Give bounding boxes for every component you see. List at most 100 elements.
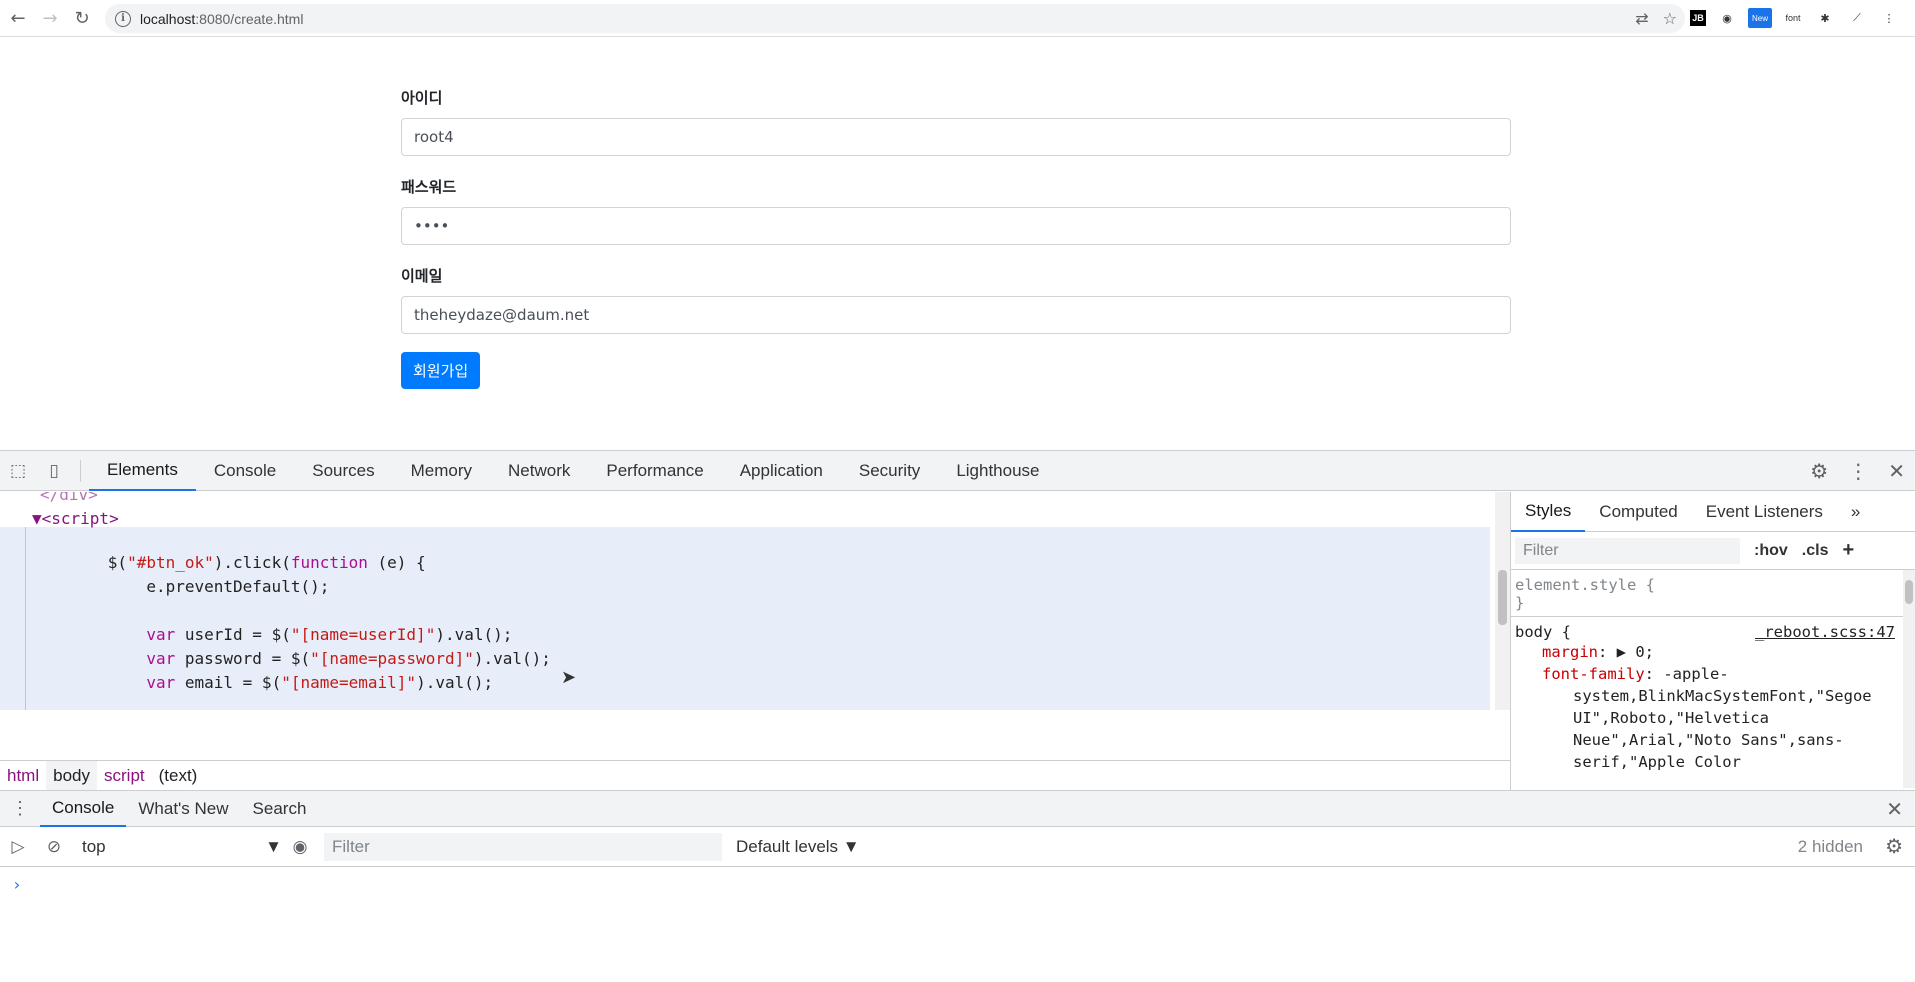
- styles-filter-input[interactable]: Filter: [1515, 537, 1740, 564]
- live-expression-eye-icon[interactable]: ◉: [282, 827, 318, 867]
- code-line[interactable]: </div>: [0, 492, 551, 507]
- element-style-open: element.style {: [1515, 576, 1655, 594]
- password-label: 패스워드: [401, 178, 457, 196]
- margin-declaration[interactable]: margin: ▶ 0;: [1515, 641, 1911, 663]
- settings-gear-icon[interactable]: ⚙: [1810, 459, 1828, 483]
- tab-memory[interactable]: Memory: [393, 451, 490, 491]
- styles-pane: Styles Computed Event Listeners» Filter :h…: [1510, 492, 1915, 790]
- drawer-tabs: Console What's New Search: [40, 791, 318, 827]
- console-settings-gear-icon[interactable]: ⚙: [1885, 834, 1903, 859]
- tab-sources[interactable]: Sources: [294, 451, 392, 491]
- drawer-close-icon[interactable]: ✕: [1886, 797, 1903, 822]
- more-tabs-chevron-icon[interactable]: »: [1837, 492, 1874, 532]
- context-value: top: [82, 836, 106, 856]
- id-label: 아이디: [401, 89, 443, 107]
- leaf-extension-icon[interactable]: ⟋: [1846, 7, 1868, 29]
- tab-lighthouse[interactable]: Lighthouse: [938, 451, 1057, 491]
- body-rule: body { _reboot.scss:47 margin: ▶ 0; font…: [1511, 617, 1915, 777]
- code-line[interactable]: var email = $("[name=email]").val();: [0, 671, 551, 695]
- code-line[interactable]: $("#btn_ok").click(function (e) {: [0, 551, 551, 575]
- scroll-thumb[interactable]: [1498, 570, 1507, 625]
- signup-form: 아이디 root4 패스워드 •••• 이메일 theheydaze@daum.…: [401, 87, 1511, 389]
- id-group: 아이디 root4: [401, 87, 1511, 156]
- email-group: 이메일 theheydaze@daum.net: [401, 265, 1511, 334]
- address-bar[interactable]: i localhost:8080/create.html ⇄ ☆: [105, 4, 1685, 33]
- tab-network[interactable]: Network: [490, 451, 588, 491]
- jetbrains-extension-icon[interactable]: JB: [1690, 10, 1706, 26]
- drawer-menu-icon[interactable]: ⋮: [0, 798, 40, 819]
- code-line[interactable]: var password = $("[name=password]").val(…: [0, 647, 551, 671]
- margin-prop: margin: [1542, 643, 1598, 661]
- email-label: 이메일: [401, 267, 443, 285]
- tab-application[interactable]: Application: [722, 451, 841, 491]
- info-icon[interactable]: i: [115, 10, 131, 27]
- new-extension-icon[interactable]: New: [1748, 8, 1772, 28]
- breadcrumb-item[interactable]: body: [46, 760, 97, 791]
- font-family-prop: font-family: [1542, 665, 1645, 683]
- breadcrumb: html body script (text): [0, 760, 1510, 791]
- more-options-icon[interactable]: ⋮: [1848, 459, 1868, 483]
- code-line[interactable]: [0, 695, 551, 710]
- element-style-close: }: [1515, 594, 1525, 612]
- menu-kebab-icon[interactable]: ⋮: [1878, 7, 1900, 29]
- code-lines: </div> ▼<script> $("#btn_ok").click(funct…: [0, 492, 551, 710]
- breadcrumb-item[interactable]: (text): [152, 761, 205, 791]
- translate-icon[interactable]: ⇄: [1635, 9, 1648, 28]
- id-input[interactable]: root4: [401, 118, 1511, 156]
- font-family-declaration[interactable]: font-family: -apple-: [1515, 663, 1911, 685]
- code-line[interactable]: ▼<script>: [0, 507, 551, 531]
- breadcrumb-item[interactable]: html: [0, 761, 46, 791]
- log-levels-dropdown[interactable]: Default levels ▼: [736, 837, 860, 857]
- code-line[interactable]: [0, 599, 551, 623]
- url-path: :8080/create.html: [195, 10, 304, 27]
- console-filter-input[interactable]: Filter: [324, 832, 722, 861]
- forward-arrow-icon[interactable]: →: [36, 4, 64, 32]
- tab-elements[interactable]: Elements: [89, 451, 196, 491]
- console-prompt[interactable]: ›: [0, 867, 1915, 902]
- drawer-tab-console[interactable]: Console: [40, 791, 127, 827]
- inspect-element-icon[interactable]: ⬚: [0, 451, 36, 491]
- url-text[interactable]: localhost:8080/create.html: [140, 11, 303, 27]
- close-icon[interactable]: ✕: [1888, 459, 1905, 483]
- sidebar-toggle-icon[interactable]: ▷: [0, 827, 36, 867]
- code-line[interactable]: var userId = $("[name=userId]").val();: [0, 623, 551, 647]
- tab-security[interactable]: Security: [841, 451, 938, 491]
- code-line[interactable]: [0, 531, 551, 551]
- puzzle-extensions-icon[interactable]: ✱: [1814, 7, 1836, 29]
- styles-filter-bar: Filter :hov .cls +: [1511, 532, 1915, 570]
- tab-console[interactable]: Console: [196, 451, 294, 491]
- devtools-tabbar: ⬚ ▯ Elements Console Sources Memory Network P…: [0, 451, 1915, 491]
- dom-scrollbar[interactable]: [1495, 492, 1510, 710]
- devtools-panel: ⬚ ▯ Elements Console Sources Memory Network P…: [0, 450, 1915, 981]
- drawer-tab-what-s-new[interactable]: What's New: [126, 791, 240, 827]
- code-line[interactable]: e.preventDefault();: [0, 575, 551, 599]
- signup-button[interactable]: 회원가입: [401, 352, 481, 389]
- styles-scroll-thumb[interactable]: [1905, 580, 1913, 604]
- breadcrumb-item[interactable]: script: [97, 761, 152, 791]
- font-extension-icon[interactable]: font: [1782, 7, 1804, 29]
- globe-extension-icon[interactable]: ◉: [1716, 7, 1738, 29]
- drawer-tab-search[interactable]: Search: [241, 791, 319, 827]
- margin-value: ▶ 0;: [1616, 643, 1654, 661]
- hov-toggle[interactable]: :hov: [1754, 542, 1788, 560]
- context-selector[interactable]: top ▼: [72, 837, 282, 857]
- reload-icon[interactable]: ↻: [68, 4, 96, 32]
- bookmark-star-icon[interactable]: ☆: [1663, 9, 1677, 28]
- back-arrow-icon[interactable]: ←: [4, 4, 32, 32]
- styles-scrollbar[interactable]: [1903, 570, 1915, 788]
- device-toolbar-icon[interactable]: ▯: [36, 451, 72, 491]
- email-input[interactable]: theheydaze@daum.net: [401, 296, 1511, 334]
- new-rule-plus-icon[interactable]: +: [1842, 539, 1854, 562]
- styles-tab-styles[interactable]: Styles: [1511, 492, 1586, 532]
- styles-tab-event-listeners[interactable]: Event Listeners: [1692, 492, 1837, 532]
- rule-source-link[interactable]: _reboot.scss:47: [1755, 623, 1895, 641]
- clear-console-icon[interactable]: ⊘: [36, 827, 72, 867]
- styles-body: element.style { } body { _reboot.scss:47…: [1511, 570, 1915, 788]
- styles-tab-computed[interactable]: Computed: [1585, 492, 1691, 532]
- body-selector: body {: [1515, 623, 1571, 641]
- console-drawer: ⋮ Console What's New Search ✕ ▷ ⊘ top ▼ ◉ …: [0, 790, 1915, 982]
- cls-toggle[interactable]: .cls: [1802, 542, 1829, 560]
- tab-performance[interactable]: Performance: [588, 451, 721, 491]
- password-input[interactable]: ••••: [401, 207, 1511, 245]
- divider: [80, 459, 81, 482]
